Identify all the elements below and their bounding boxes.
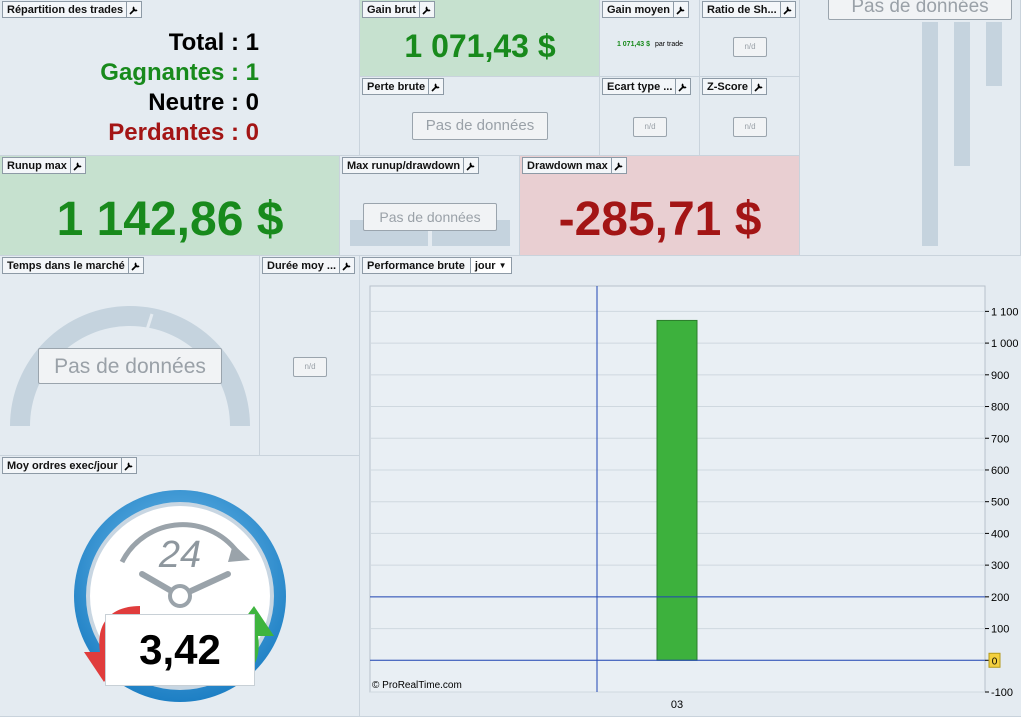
wrench-icon[interactable]: [675, 79, 690, 94]
gain-brut-panel: Gain brut 1 071,43 $: [360, 0, 600, 77]
max-runup-drawdown-title-text: Max runup/drawdown: [347, 159, 461, 172]
clock-label: 24: [158, 534, 202, 576]
wrench-icon[interactable]: [779, 2, 795, 17]
bar: [656, 319, 698, 661]
gain-moyen-suffix: par trade: [655, 41, 684, 48]
repartition-title-text: Répartition des trades: [7, 3, 124, 16]
duree-moy-panel: Durée moy ... n/d: [260, 256, 360, 456]
performance-chart: -10001002003004005006007008009001 0001 1…: [369, 285, 1019, 711]
drawdown-max-panel: Drawdown max -285,71 $: [520, 156, 800, 256]
x-tick-label: 03: [671, 699, 683, 711]
decor-bar: [954, 22, 970, 166]
ratio-sharpe-value: n/d: [733, 37, 767, 57]
repartition-title: Répartition des trades: [2, 1, 143, 18]
performance-panel: Performance brute jour ▼ -10001002003004…: [360, 256, 1021, 717]
repartition-line: Total : 1: [168, 29, 259, 56]
runup-max-title: Runup max: [2, 157, 86, 174]
y-tick-label: 1 000: [991, 338, 1019, 350]
gain-moyen-panel: Gain moyen 1 071,43 $ par trade: [600, 0, 700, 77]
drawdown-max-title-text: Drawdown max: [527, 159, 608, 172]
perte-brute-panel: Perte brute Pas de données: [360, 77, 600, 156]
ecart-type-title-text: Ecart type ...: [607, 80, 673, 93]
runup-max-panel: Runup max 1 142,86 $: [0, 156, 340, 256]
runup-max-value: 1 142,86 $: [56, 193, 284, 246]
wrench-icon[interactable]: [418, 2, 434, 17]
gain-moyen-title-text: Gain moyen: [607, 3, 670, 16]
y-tick-label: 700: [991, 433, 1009, 445]
repartition-line: Neutre : 0: [148, 89, 259, 116]
repartition-panel: Répartition des trades Total : 1 Gagnante…: [0, 0, 360, 156]
drawdown-max-value: -285,71 $: [558, 193, 762, 246]
repartition-line: Gagnantes : 1: [100, 59, 259, 86]
runup-max-title-text: Runup max: [7, 159, 67, 172]
temps-marche-panel: Temps dans le marché Pas de données: [0, 256, 260, 456]
wrench-icon[interactable]: [672, 2, 688, 17]
y-tick-label: 1 100: [991, 306, 1019, 318]
y-tick-label: 600: [991, 465, 1009, 477]
z-score-panel: Z-Score n/d: [700, 77, 800, 156]
duree-moy-title: Durée moy ...: [262, 257, 356, 274]
gain-moyen-line: 1 071,43 $ par trade: [600, 41, 699, 48]
y-tick-label: 900: [991, 370, 1009, 382]
perte-brute-no-data: Pas de données: [412, 112, 548, 140]
perte-brute-title: Perte brute: [362, 78, 445, 95]
z-score-title-text: Z-Score: [707, 80, 748, 93]
watermark: © ProRealTime.com: [372, 680, 462, 691]
wrench-icon[interactable]: [69, 158, 85, 173]
z-score-value: n/d: [733, 117, 767, 137]
gain-brut-value: 1 071,43 $: [404, 28, 556, 64]
wrench-icon[interactable]: [339, 258, 354, 273]
duree-moy-value: n/d: [293, 357, 327, 377]
ratio-sharpe-panel: Ratio de Sh... n/d: [700, 0, 800, 77]
moy-ordres-value: 3,42: [105, 614, 255, 686]
ecart-type-value: n/d: [633, 117, 667, 137]
gain-moyen-value: 1 071,43 $: [616, 41, 651, 48]
y-tick-label: 400: [991, 528, 1009, 540]
ratio-sharpe-title-text: Ratio de Sh...: [707, 3, 777, 16]
drawdown-max-title: Drawdown max: [522, 157, 627, 174]
zero-marker-label: 0: [992, 656, 998, 667]
max-runup-drawdown-no-data: Pas de données: [363, 203, 497, 231]
gain-brut-title-text: Gain brut: [367, 3, 416, 16]
wrench-icon[interactable]: [610, 158, 626, 173]
decor-bar: [922, 22, 938, 246]
moy-ordres-panel: Moy ordres exec/jour 24 3,42: [0, 456, 360, 717]
temps-marche-no-data: Pas de données: [38, 348, 222, 384]
gain-moyen-title: Gain moyen: [602, 1, 689, 18]
y-tick-label: 500: [991, 497, 1009, 509]
wrench-icon[interactable]: [750, 79, 766, 94]
y-tick-label: -100: [991, 687, 1013, 699]
y-tick-label: 200: [991, 592, 1009, 604]
ratio-sharpe-title: Ratio de Sh...: [702, 1, 796, 18]
repartition-line: Perdantes : 0: [108, 119, 259, 146]
y-tick-label: 100: [991, 624, 1009, 636]
wrench-icon[interactable]: [463, 158, 478, 173]
decor-bar: [986, 22, 1002, 86]
max-runup-drawdown-panel: Max runup/drawdown Pas de données: [340, 156, 520, 256]
repartition-lines: Total : 1 Gagnantes : 1 Neutre : 0 Perdante…: [100, 28, 259, 148]
top-right-no-data: Pas de données: [828, 0, 1012, 20]
ecart-type-title: Ecart type ...: [602, 78, 692, 95]
gain-brut-title: Gain brut: [362, 1, 435, 18]
perte-brute-title-text: Perte brute: [367, 80, 426, 93]
top-right-panel: Pas de données: [800, 0, 1021, 256]
max-runup-drawdown-title: Max runup/drawdown: [342, 157, 480, 174]
y-tick-label: 300: [991, 560, 1009, 572]
ecart-type-panel: Ecart type ... n/d: [600, 77, 700, 156]
wrench-icon[interactable]: [126, 2, 141, 17]
y-tick-label: 800: [991, 402, 1009, 414]
duree-moy-title-text: Durée moy ...: [267, 259, 337, 272]
z-score-title: Z-Score: [702, 78, 767, 95]
wrench-icon[interactable]: [428, 79, 443, 94]
